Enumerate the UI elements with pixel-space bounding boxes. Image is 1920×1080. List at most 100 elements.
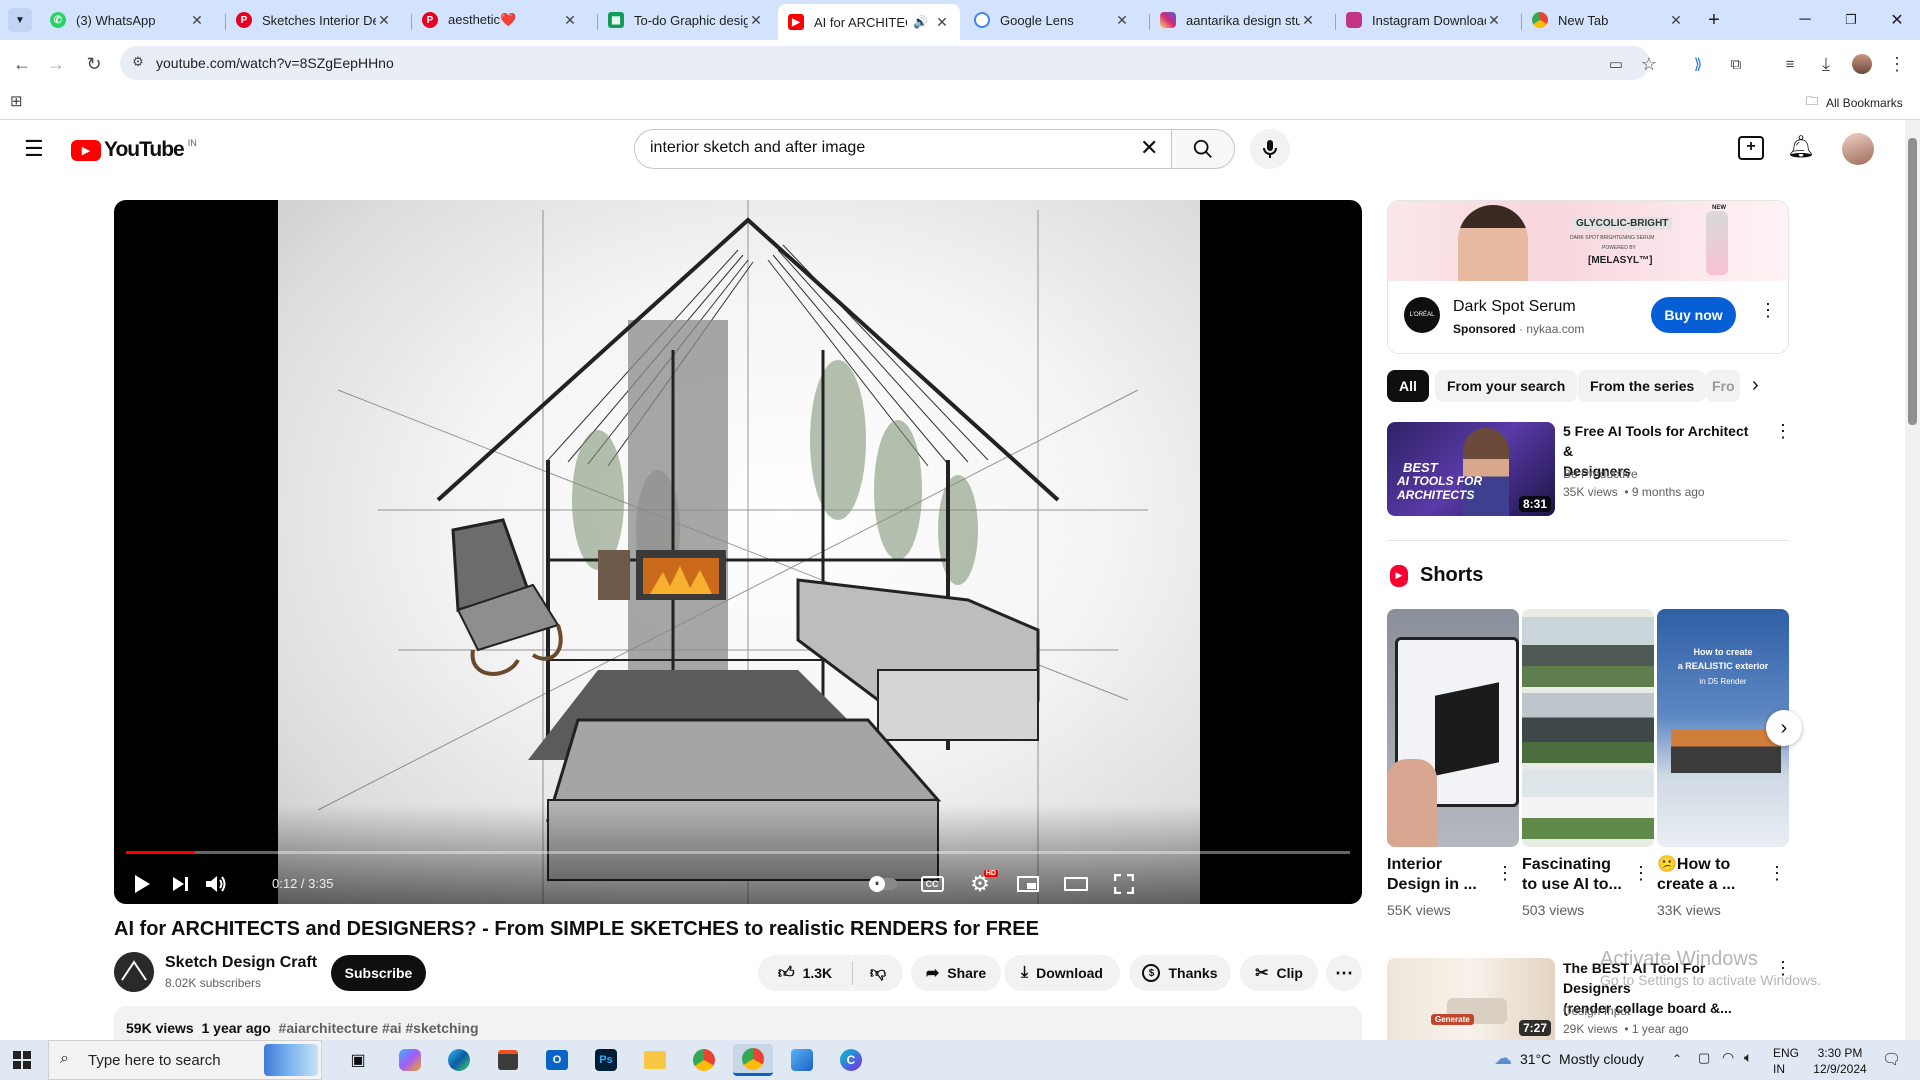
close-window-icon[interactable]: ✕ (1874, 0, 1920, 40)
recommendation-channel[interactable]: Be Productive (1563, 465, 1638, 483)
browser-tab-pinterest-sketches[interactable]: P Sketches Interior Des ✕ (226, 6, 402, 34)
browser-tab-google-lens[interactable]: Google Lens ✕ (964, 6, 1140, 34)
voice-search-button[interactable] (1250, 129, 1290, 169)
short-menu-icon[interactable]: ⋮ (1768, 864, 1786, 882)
channel-avatar[interactable] (114, 952, 154, 992)
extensions-puzzle-icon[interactable]: ⧉ (1720, 48, 1752, 80)
notifications-bell-icon[interactable]: 🔔︎ (1787, 134, 1815, 160)
close-tab-icon[interactable]: ✕ (1300, 12, 1316, 29)
fullscreen-button[interactable] (1106, 866, 1142, 902)
forward-arrow-icon[interactable]: → (40, 48, 72, 80)
short-title[interactable]: 😕How to create a ... (1657, 855, 1757, 895)
cast-extension-icon[interactable]: ⟫ (1682, 48, 1714, 80)
show-hidden-icons-icon[interactable]: ⌃ (1672, 1052, 1682, 1066)
short-menu-icon[interactable]: ⋮ (1632, 864, 1650, 882)
buy-now-button[interactable]: Buy now (1651, 297, 1736, 333)
chip-all[interactable]: All (1387, 370, 1429, 402)
microsoft-store-icon[interactable] (488, 1044, 528, 1076)
browser-tab-new-tab[interactable]: New Tab ✕ (1522, 6, 1694, 34)
recommendation-thumbnail[interactable]: Generate 7:27 (1387, 958, 1555, 1040)
ad-menu-icon[interactable]: ⋮ (1759, 301, 1777, 319)
captions-button[interactable]: CC (914, 866, 950, 902)
shorts-next-button[interactable]: › (1766, 710, 1802, 746)
next-video-button[interactable] (162, 866, 198, 902)
site-info-icon[interactable]: ⚙ (128, 52, 148, 72)
settings-button[interactable]: ⚙ HD (962, 866, 998, 902)
short-title[interactable]: Fascinating to use AI to... (1522, 855, 1622, 895)
close-tab-icon[interactable]: ✕ (376, 12, 392, 29)
browser-tab-youtube-active[interactable]: ▶ AI for ARCHITECT 🔊 ✕ (778, 4, 960, 40)
progress-bar[interactable] (126, 851, 1350, 854)
account-avatar[interactable] (1842, 133, 1874, 165)
language-indicator[interactable]: ENG IN (1773, 1045, 1799, 1077)
meet-now-icon[interactable]: ▢ (1698, 1050, 1710, 1066)
outlook-icon[interactable]: O (537, 1044, 577, 1076)
dislike-button[interactable]: 👎︎ (853, 955, 903, 991)
recommendation-channel[interactable]: Design Input (1563, 1002, 1630, 1020)
photoshop-icon[interactable]: Ps (586, 1044, 626, 1076)
clock[interactable]: 3:30 PM 12/9/2024 (1808, 1045, 1872, 1077)
paint-app-icon[interactable] (782, 1044, 822, 1076)
theater-mode-button[interactable] (1058, 866, 1094, 902)
short-title[interactable]: Interior Design in ... (1387, 855, 1487, 895)
chevron-right-icon[interactable]: › (1752, 374, 1759, 397)
downloads-icon[interactable]: ⤓ (1810, 48, 1842, 80)
short-menu-icon[interactable]: ⋮ (1496, 864, 1514, 882)
close-tab-icon[interactable]: ✕ (748, 12, 764, 29)
chip-from-the-series[interactable]: From the series (1578, 370, 1707, 402)
apps-grid-icon[interactable]: ⊞ (10, 92, 30, 112)
file-explorer-icon[interactable] (635, 1044, 675, 1076)
back-arrow-icon[interactable]: ← (6, 48, 38, 80)
task-view-icon[interactable]: ▣ (338, 1044, 378, 1076)
canva-icon[interactable]: C (831, 1044, 871, 1076)
speaker-icon[interactable]: 🔈︎ (1744, 1049, 1752, 1066)
share-button[interactable]: ➦ Share (911, 955, 1001, 991)
like-button[interactable]: 👍︎ 1.3K (758, 955, 852, 991)
short-thumbnail[interactable] (1522, 609, 1654, 847)
clip-button[interactable]: ✂ Clip (1240, 955, 1318, 991)
browser-tab-pinterest-aesthetic[interactable]: P aesthetic❤️ ✕ (412, 6, 588, 34)
browser-tab-whatsapp[interactable]: ✆ (3) WhatsApp ✕ (40, 6, 215, 34)
short-thumbnail[interactable] (1387, 609, 1519, 847)
search-button[interactable] (1171, 129, 1235, 169)
chip-from-your-search[interactable]: From your search (1435, 370, 1578, 402)
browser-tab-instagram-download[interactable]: Instagram Download ✕ (1336, 6, 1512, 34)
recommendation-menu-icon[interactable]: ⋮ (1774, 422, 1792, 440)
media-controls-icon[interactable]: ≡ (1774, 48, 1806, 80)
search-input[interactable]: interior sketch and after image (650, 139, 865, 157)
sponsored-ad-card[interactable]: GLYCOLIC-BRIGHT DARK SPOT BRIGHTENING SE… (1387, 200, 1789, 354)
download-button[interactable]: ⤓ Download (1004, 955, 1120, 991)
new-tab-plus-icon[interactable]: + (1702, 8, 1726, 32)
hashtags[interactable]: #aiarchitecture #ai #sketching (279, 1020, 479, 1036)
chrome-active-taskbar-icon[interactable] (733, 1044, 773, 1076)
close-tab-icon[interactable]: ✕ (1668, 12, 1684, 29)
create-video-icon[interactable]: + (1738, 136, 1764, 160)
thanks-button[interactable]: $ Thanks (1129, 955, 1231, 991)
close-tab-icon[interactable]: ✕ (934, 14, 950, 31)
mute-button[interactable] (198, 866, 234, 902)
copilot-icon[interactable] (390, 1044, 430, 1076)
close-tab-icon[interactable]: ✕ (189, 12, 205, 29)
audio-playing-icon[interactable]: 🔊 (913, 15, 928, 29)
chip-overflow[interactable]: Fro (1706, 370, 1740, 402)
tab-search-icon[interactable]: ▼ (8, 8, 32, 32)
scrollbar-thumb[interactable] (1908, 138, 1917, 425)
video-player[interactable]: 0:12 / 3:35 ⏸ CC ⚙ HD (114, 200, 1362, 904)
bookmark-star-icon[interactable]: ☆ (1633, 48, 1665, 80)
clear-search-icon[interactable]: ✕ (1140, 135, 1158, 161)
more-actions-button[interactable]: ⋯ (1326, 955, 1362, 991)
reload-icon[interactable]: ↻ (78, 48, 110, 80)
chrome-taskbar-icon[interactable] (684, 1044, 724, 1076)
close-tab-icon[interactable]: ✕ (562, 12, 578, 29)
miniplayer-button[interactable] (1010, 866, 1046, 902)
restore-window-icon[interactable]: ❐ (1828, 0, 1874, 40)
close-tab-icon[interactable]: ✕ (1114, 12, 1130, 29)
close-tab-icon[interactable]: ✕ (1486, 12, 1502, 29)
autoplay-toggle[interactable]: ⏸ (866, 866, 902, 902)
recommendation-thumbnail[interactable]: BEST AI TOOLS FOR ARCHITECTS 8:31 (1387, 422, 1555, 516)
url-text[interactable]: youtube.com/watch?v=8SZgEepHHno (156, 55, 394, 71)
all-bookmarks-folder[interactable]: 🗀 All Bookmarks (1806, 92, 1903, 113)
notifications-icon[interactable]: 🗨︎ (1882, 1050, 1901, 1068)
recommendation-menu-icon[interactable]: ⋮ (1774, 959, 1792, 977)
browser-tab-instagram[interactable]: aantarika design stud ✕ (1150, 6, 1326, 34)
